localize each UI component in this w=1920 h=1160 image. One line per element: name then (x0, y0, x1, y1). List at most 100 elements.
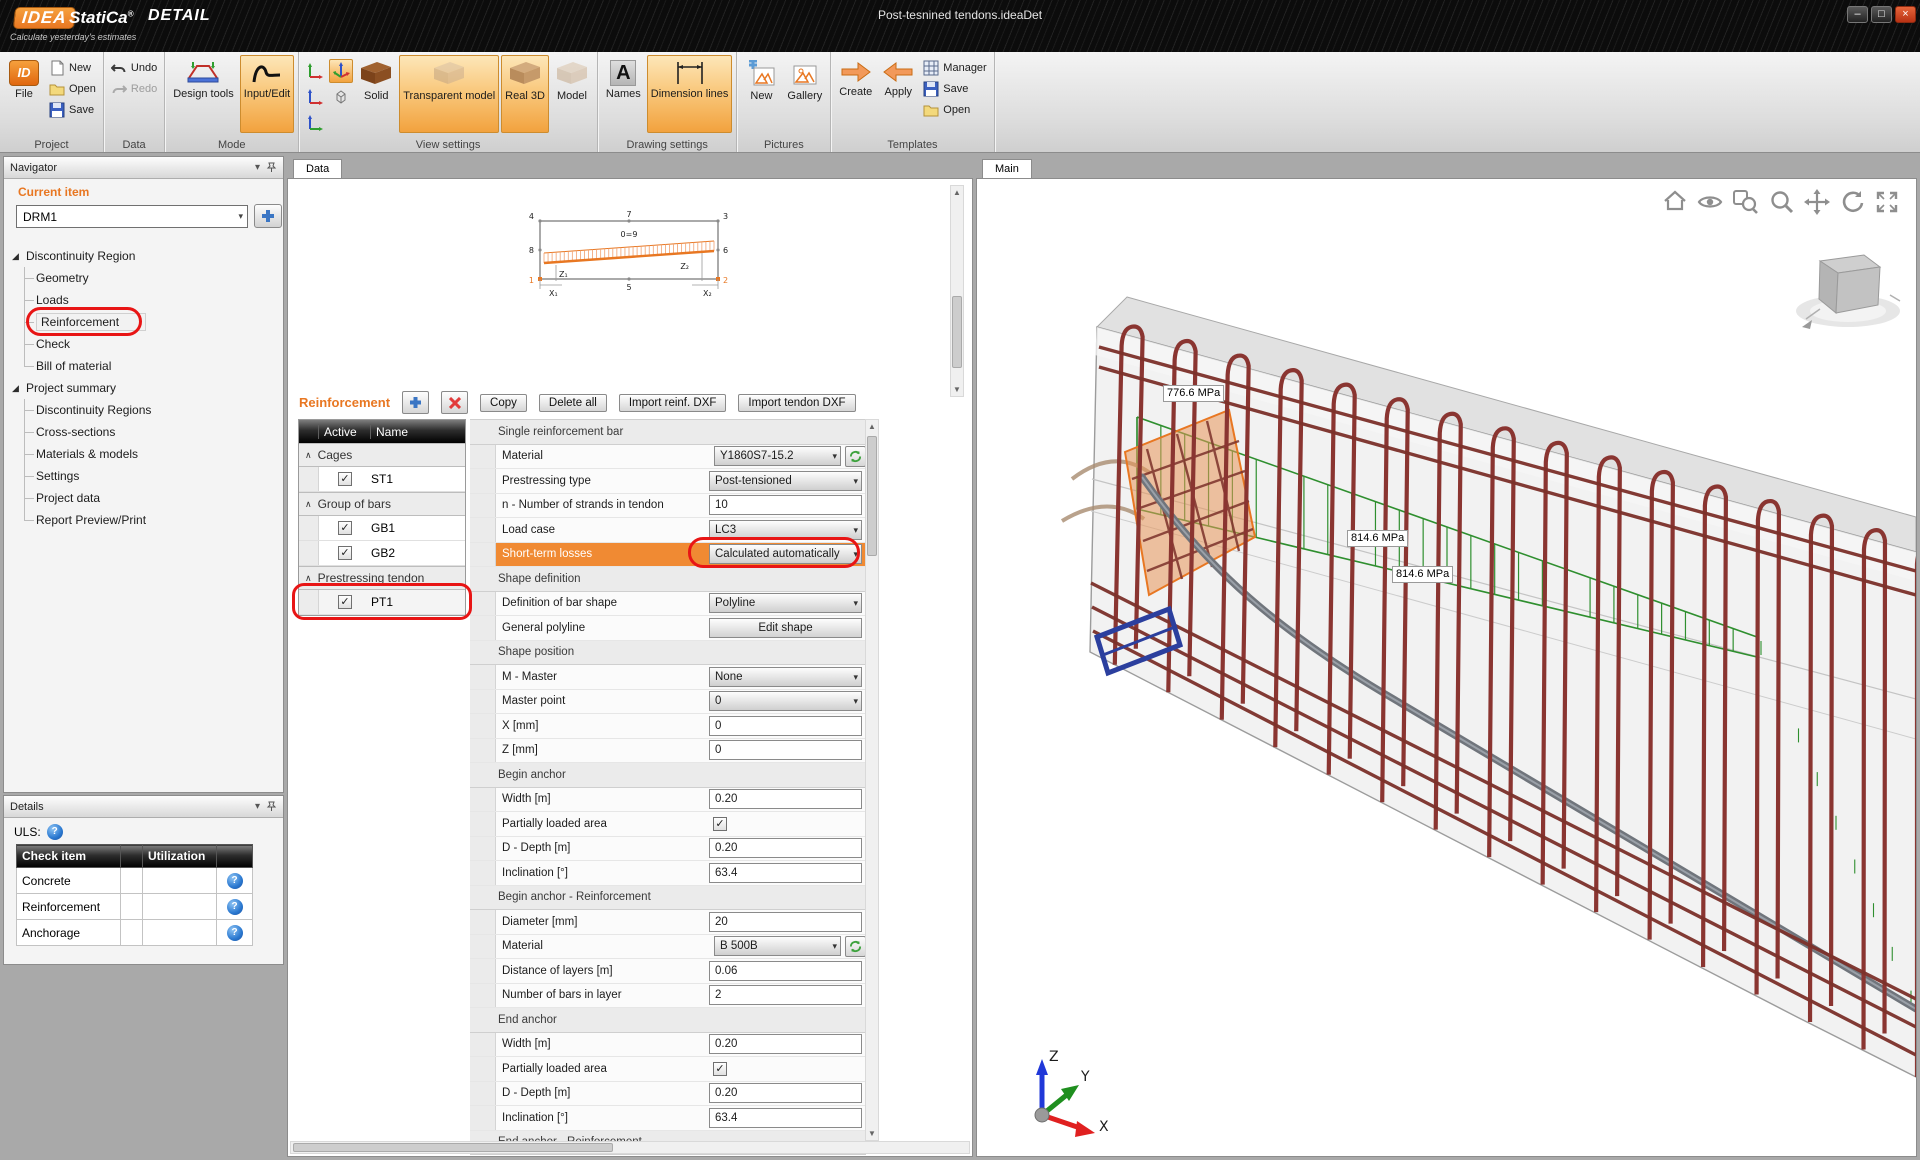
axis-view-3d-button[interactable] (329, 59, 354, 83)
active-checkbox[interactable] (338, 521, 352, 535)
tab-data[interactable]: Data (293, 159, 343, 178)
material-select[interactable]: Y1860S7-15.2 (714, 446, 841, 467)
new-button[interactable]: New (46, 59, 99, 77)
partially-loaded-checkbox[interactable] (713, 1061, 727, 1076)
template-open-button[interactable]: Open (920, 101, 989, 119)
prestressing-type-select[interactable]: Post-tensioned (709, 470, 862, 491)
apply-template-button[interactable]: Apply (878, 55, 918, 133)
begin-diameter-input[interactable]: 20 (709, 911, 862, 932)
diagram-scrollbar[interactable]: ▲ ▼ (950, 185, 964, 397)
bar-shape-select[interactable]: Polyline (709, 593, 862, 614)
tree-item-reinforcement[interactable]: Reinforcement (12, 311, 277, 333)
tab-main[interactable]: Main (982, 159, 1032, 178)
save-button[interactable]: Save (46, 101, 99, 119)
tree-item-cross-sections[interactable]: Cross-sections (12, 421, 277, 443)
view-eye-icon[interactable] (1697, 189, 1723, 215)
gallery-button[interactable]: Gallery (783, 55, 826, 133)
collapse-icon[interactable]: ▾ (255, 162, 260, 173)
copy-button[interactable]: Copy (480, 393, 527, 412)
row-gb1[interactable]: GB1 (299, 516, 465, 541)
expander-icon[interactable]: ◢ (12, 251, 26, 262)
zoom-icon[interactable] (1769, 189, 1795, 215)
group-cages[interactable]: ∧ Cages (299, 443, 465, 467)
help-icon[interactable]: ? (226, 899, 243, 915)
row-gb2[interactable]: GB2 (299, 541, 465, 566)
create-template-button[interactable]: Create (835, 55, 876, 133)
delete-all-button[interactable]: Delete all (538, 393, 607, 412)
model-button[interactable]: Model (551, 55, 593, 133)
active-checkbox[interactable] (338, 595, 352, 609)
end-width-input[interactable]: 0.20 (709, 1034, 862, 1055)
active-checkbox[interactable] (338, 546, 352, 560)
refresh-material-button[interactable] (845, 935, 866, 957)
main-viewport[interactable]: 776.6 MPa 814.6 MPa 814.6 MPa Z Y X (976, 178, 1917, 1157)
tree-item-bill-of-material[interactable]: Bill of material (12, 355, 277, 377)
file-button[interactable]: ID File (4, 55, 44, 133)
add-region-button[interactable] (254, 204, 282, 228)
begin-material-select[interactable]: B 500B (714, 936, 841, 957)
tree-item-project-data[interactable]: Project data (12, 487, 277, 509)
add-reinforcement-button[interactable] (402, 391, 430, 414)
expander-icon[interactable]: ◢ (12, 383, 26, 394)
tree-item-project-summary[interactable]: ◢ Project summary (12, 377, 277, 399)
wire-cube-button[interactable] (329, 85, 353, 109)
axis-view-zx-button[interactable] (303, 85, 327, 109)
master-select[interactable]: None (709, 666, 862, 687)
help-icon[interactable]: ? (46, 824, 63, 840)
collapse-icon[interactable]: ▾ (255, 801, 260, 812)
load-case-select[interactable]: LC3 (709, 519, 862, 540)
end-inclination-input[interactable]: 63.4 (709, 1107, 862, 1128)
template-manager-button[interactable]: Manager (920, 59, 989, 77)
bars-in-layer-input[interactable]: 2 (709, 985, 862, 1006)
maximize-button[interactable]: □ (1871, 6, 1892, 23)
begin-inclination-input[interactable]: 63.4 (709, 862, 862, 883)
pin-icon[interactable] (266, 162, 277, 173)
picture-new-button[interactable]: New (741, 55, 781, 133)
tree-item-discontinuity-region[interactable]: ◢ Discontinuity Region (12, 245, 277, 267)
design-tools-button[interactable]: Design tools (169, 55, 238, 133)
undo-button[interactable]: Undo (108, 59, 160, 77)
rotate-icon[interactable] (1839, 189, 1865, 215)
axis-view-xy-button[interactable] (303, 59, 327, 83)
fullscreen-icon[interactable] (1874, 189, 1900, 215)
refresh-material-button[interactable] (845, 445, 866, 467)
model-3d-scene[interactable] (977, 179, 1916, 1156)
import-reinf-dxf-button[interactable]: Import reinf. DXF (618, 393, 727, 412)
tree-item-materials-models[interactable]: Materials & models (12, 443, 277, 465)
z-input[interactable]: 0 (709, 740, 862, 761)
zoom-all-home-icon[interactable] (1662, 189, 1688, 215)
end-depth-input[interactable]: 0.20 (709, 1083, 862, 1104)
group-prestressing-tendon[interactable]: ∧ Prestressing tendon (299, 566, 465, 590)
open-button[interactable]: Open (46, 80, 99, 98)
strand-count-input[interactable]: 10 (709, 495, 862, 516)
zoom-window-icon[interactable] (1732, 189, 1760, 215)
tree-item-geometry[interactable]: Geometry (12, 267, 277, 289)
begin-width-input[interactable]: 0.20 (709, 789, 862, 810)
solid-button[interactable]: Solid (355, 55, 397, 133)
redo-button[interactable]: Redo (108, 80, 160, 98)
minimize-button[interactable]: – (1847, 6, 1868, 23)
data-horizontal-scrollbar[interactable] (290, 1141, 970, 1154)
delete-reinforcement-button[interactable] (441, 391, 469, 414)
transparent-model-button[interactable]: Transparent model (399, 55, 500, 133)
row-pt1[interactable]: PT1 (299, 590, 465, 615)
axis-view-zy-button[interactable] (303, 111, 327, 135)
short-term-losses-select[interactable]: Calculated automatically (709, 544, 862, 565)
template-save-button[interactable]: Save (920, 80, 989, 98)
tree-item-report-preview-print[interactable]: Report Preview/Print (12, 509, 277, 531)
import-tendon-dxf-button[interactable]: Import tendon DXF (738, 393, 856, 412)
pin-icon[interactable] (266, 801, 277, 812)
pan-icon[interactable] (1804, 189, 1830, 215)
tree-item-loads[interactable]: Loads (12, 289, 277, 311)
current-item-select[interactable]: DRM1 (16, 205, 248, 228)
layer-distance-input[interactable]: 0.06 (709, 960, 862, 981)
real-3d-button[interactable]: Real 3D (501, 55, 549, 133)
close-button[interactable]: × (1895, 6, 1916, 23)
names-button[interactable]: A Names (602, 55, 645, 133)
edit-shape-button[interactable]: Edit shape (709, 617, 862, 638)
tree-item-discontinuity-regions[interactable]: Discontinuity Regions (12, 399, 277, 421)
partially-loaded-checkbox[interactable] (713, 816, 727, 831)
help-icon[interactable]: ? (226, 873, 243, 889)
property-grid-scrollbar[interactable]: ▲ ▼ (865, 419, 879, 1141)
tree-item-check[interactable]: Check (12, 333, 277, 355)
